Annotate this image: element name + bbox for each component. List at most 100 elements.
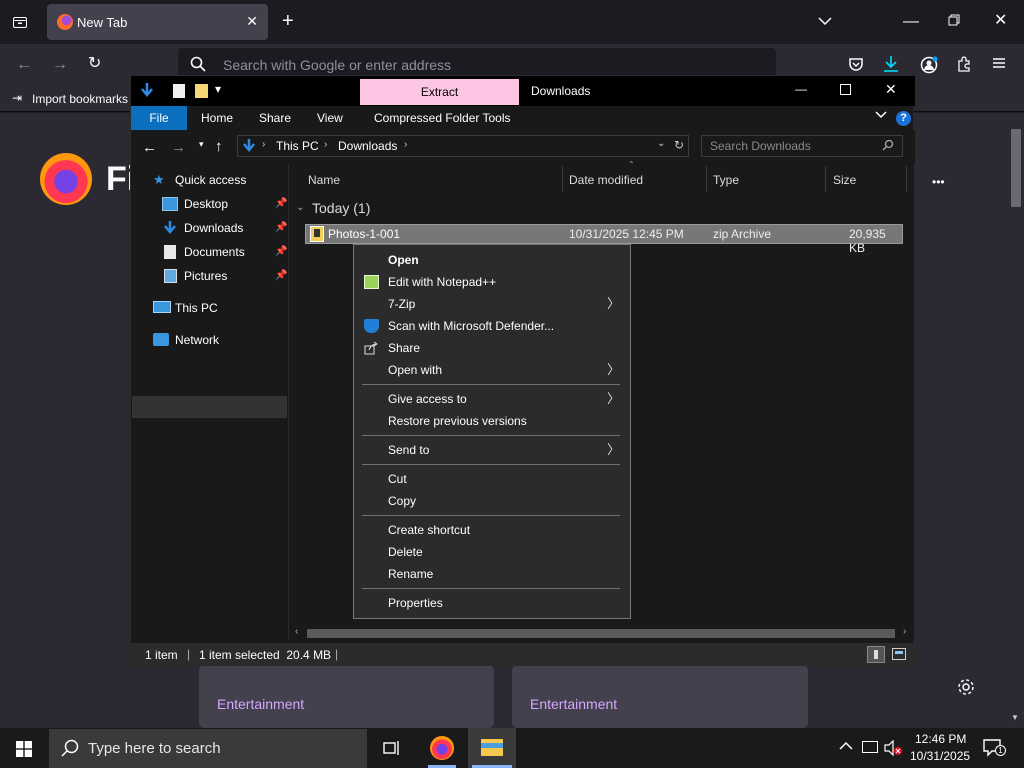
menu-item-cut[interactable]: Cut [354,468,630,490]
network-status-icon[interactable] [862,741,878,753]
explorer-minimize-icon[interactable]: ― [795,82,807,96]
address-bar[interactable]: › This PC › Downloads › ⌄ ↻ [237,135,689,157]
menu-item-rename[interactable]: Rename [354,563,630,585]
column-header-date[interactable]: Date modified [569,170,643,190]
column-header-size[interactable]: Size [833,170,856,190]
tab-list-icon[interactable] [12,14,28,34]
horizontal-scroll-thumb[interactable] [307,629,895,638]
breadcrumb-downloads[interactable]: Downloads [338,139,397,153]
menu-item-delete[interactable]: Delete [354,541,630,563]
group-collapse-icon[interactable]: ⌄ [296,202,304,213]
import-bookmarks-link[interactable]: Import bookmarks [32,92,128,106]
new-tab-icon[interactable]: + [282,11,294,31]
menu-item-properties[interactable]: Properties [354,592,630,614]
status-divider: | [187,647,191,661]
recent-locations-icon[interactable]: ▾ [199,139,204,150]
app-menu-icon[interactable] [992,56,1006,74]
story-card-1[interactable]: Entertainment [199,665,494,728]
menu-item-share[interactable]: Share [354,337,630,359]
address-dropdown-icon[interactable]: ⌄ [657,138,665,149]
expand-ribbon-icon[interactable] [875,110,887,122]
column-divider[interactable] [706,166,707,192]
minimize-icon[interactable]: ― [903,14,919,30]
ribbon-tab-compressed-tools[interactable]: Compressed Folder Tools [374,106,511,130]
menu-item-open-with[interactable]: Open with 〉 [354,359,630,381]
clock-date[interactable]: 10/31/2025 [910,749,970,763]
column-divider[interactable] [562,166,563,192]
reload-icon[interactable]: ↻ [88,56,101,72]
file-row[interactable]: Photos-1-001 10/31/2025 12:45 PM zip Arc… [305,224,903,255]
extensions-icon[interactable] [956,56,972,76]
nav-pictures[interactable]: Pictures 📌 [162,265,287,287]
menu-item-copy[interactable]: Copy [354,490,630,512]
forward-icon[interactable]: → [52,57,68,73]
nav-back-icon[interactable]: ← [142,139,157,156]
ribbon-tab-view[interactable]: View [317,106,343,130]
nav-documents[interactable]: Documents 📌 [162,241,287,263]
submenu-arrow-icon: 〉 [606,391,620,406]
new-folder-quick-icon[interactable] [195,84,208,98]
close-tab-icon[interactable]: ✕ [246,13,258,30]
file-explorer-taskbar-icon[interactable] [468,728,516,768]
up-level-icon[interactable]: ↑ [215,138,223,155]
properties-quick-icon[interactable] [173,84,185,98]
page-scrollbar[interactable]: ▼ [1008,113,1024,728]
column-divider[interactable] [906,166,907,192]
settings-gear-icon[interactable] [957,678,975,699]
breadcrumb-this-pc[interactable]: This PC [276,139,319,153]
close-window-icon[interactable]: ✕ [994,13,1007,29]
large-icons-view-icon[interactable] [892,648,906,660]
task-view-icon[interactable] [383,740,401,759]
ribbon-tab-home[interactable]: Home [201,106,233,130]
story-card-2[interactable]: Entertainment [512,665,808,728]
tab-new-tab[interactable]: New Tab ✕ [47,4,268,40]
column-divider[interactable] [825,166,826,192]
ribbon-tab-share[interactable]: Share [259,106,291,130]
nav-forward-icon[interactable]: → [171,139,186,156]
taskbar-search-box[interactable]: Type here to search [49,729,367,768]
menu-item-edit-notepad[interactable]: Edit with Notepad++ [354,271,630,293]
extract-context-tab[interactable]: Extract [360,79,519,105]
scroll-down-icon[interactable]: ▼ [1011,713,1019,722]
menu-item-give-access[interactable]: Give access to 〉 [354,388,630,410]
notification-center-icon[interactable]: 1 [983,739,1006,760]
pocket-icon[interactable] [848,56,864,76]
volume-muted-icon[interactable] [884,739,902,759]
scroll-right-icon[interactable]: › [903,626,906,637]
menu-item-scan-defender[interactable]: Scan with Microsoft Defender... [354,315,630,337]
account-icon[interactable] [920,56,938,78]
show-hidden-icons[interactable] [839,738,853,754]
column-header-type[interactable]: Type [713,170,739,190]
restore-icon[interactable] [948,14,960,30]
horizontal-scrollbar[interactable]: ‹ › [290,626,914,640]
more-options-icon[interactable]: ••• [932,175,945,189]
downloads-icon[interactable] [883,55,899,77]
help-icon[interactable]: ? [896,111,911,126]
nav-desktop[interactable]: Desktop 📌 [162,193,287,215]
firefox-taskbar-icon[interactable] [420,728,464,768]
column-header-name[interactable]: Name [308,170,340,190]
menu-item-restore-versions[interactable]: Restore previous versions [354,410,630,432]
windows-start-icon[interactable] [16,741,32,760]
menu-item-create-shortcut[interactable]: Create shortcut [354,519,630,541]
clock-time[interactable]: 12:46 PM [915,732,966,746]
refresh-icon[interactable]: ↻ [674,138,684,152]
firefox-logo [40,153,92,205]
ribbon-tab-file[interactable]: File [131,106,187,130]
menu-label: Create shortcut [388,523,471,537]
scrollbar-thumb[interactable] [1011,129,1021,207]
file-name: Photos-1-001 [328,227,401,241]
scroll-left-icon[interactable]: ‹ [295,626,298,637]
menu-item-open[interactable]: Open [354,249,630,271]
explorer-close-icon[interactable]: ✕ [885,81,897,98]
details-view-icon[interactable] [867,646,885,663]
menu-item-7zip[interactable]: 7-Zip 〉 [354,293,630,315]
chevron-down-icon[interactable] [818,14,832,30]
back-icon[interactable]: ← [16,57,32,73]
group-header-today[interactable]: Today (1) [312,200,370,216]
explorer-maximize-icon[interactable] [840,84,851,95]
customize-quick-access-icon[interactable]: ▾ [215,82,221,96]
nav-downloads[interactable]: Downloads 📌 [162,217,287,239]
menu-item-send-to[interactable]: Send to 〉 [354,439,630,461]
search-downloads-box[interactable]: Search Downloads [701,135,903,157]
